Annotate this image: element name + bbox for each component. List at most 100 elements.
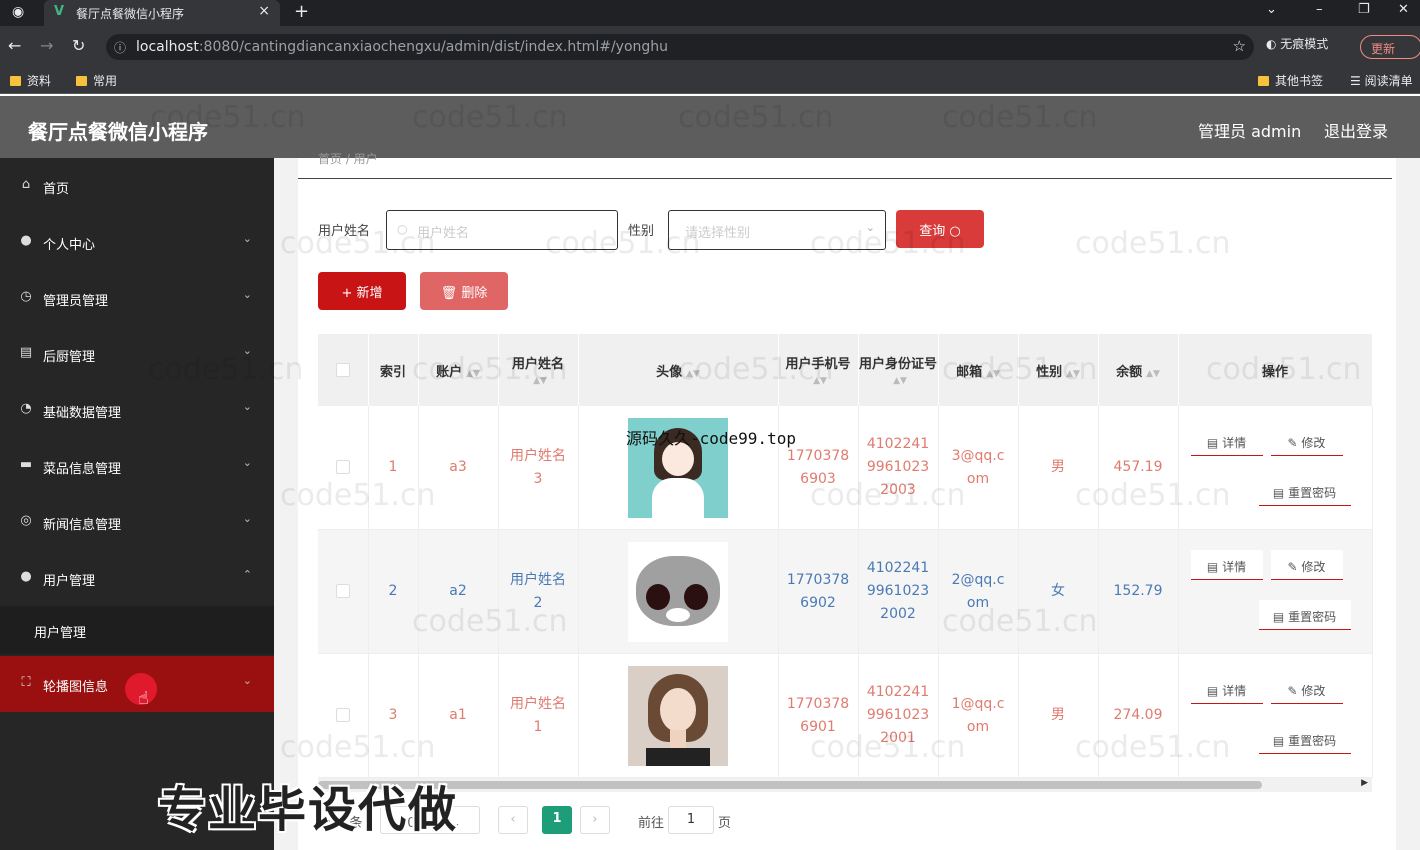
cell-name: 用户姓名1 (498, 653, 579, 778)
browser-tab[interactable]: V 餐厅点餐微信小程序 × (44, 0, 280, 26)
next-page-button[interactable]: › (580, 806, 610, 834)
document-icon: ▤ (1206, 684, 1223, 698)
trash-icon: 🗑 (440, 286, 462, 301)
row-checkbox[interactable] (318, 406, 369, 530)
sidebar-item-users[interactable]: ● 用户管理 ⌃ (0, 550, 274, 606)
select-all-checkbox[interactable] (318, 334, 369, 406)
clock-icon: ◷ (20, 289, 32, 304)
col-ops: 操作 (1178, 334, 1373, 406)
edit-button[interactable]: ✎ 修改 (1270, 426, 1343, 456)
col-account[interactable]: 账户 ▲▼ (418, 334, 499, 406)
reset-password-button[interactable]: ▤ 重置密码 (1258, 476, 1351, 506)
goto-page-input[interactable]: 1 (668, 806, 714, 834)
delete-button[interactable]: 🗑 删除 (420, 272, 508, 310)
folder-icon (76, 76, 87, 86)
row-checkbox[interactable] (318, 653, 369, 778)
col-name[interactable]: 用户姓名 ▲▼ (498, 334, 579, 406)
goto-label: 前往 (638, 816, 665, 831)
chevron-down-icon: ⌄ (865, 221, 875, 234)
bookmark-folder[interactable]: 资料 (10, 72, 51, 89)
col-phone[interactable]: 用户手机号▲▼ (778, 334, 859, 406)
scroll-right-icon[interactable]: ▶ (1361, 778, 1368, 788)
incognito-icon: ◐ (1266, 37, 1281, 51)
col-gender[interactable]: 性别 ▲▼ (1018, 334, 1099, 406)
cell-email: 1@qq.com (938, 653, 1019, 778)
col-email[interactable]: 邮箱 ▲▼ (938, 334, 1019, 406)
maximize-icon[interactable]: ❐ (1358, 2, 1370, 17)
cell-idcard: 410224199610232002 (858, 529, 939, 654)
col-avatar[interactable]: 头像 ▲▼ (578, 334, 779, 406)
avatar-image[interactable] (628, 541, 728, 642)
prev-page-button[interactable]: ‹ (498, 806, 528, 834)
cell-balance: 152.79 (1098, 529, 1179, 654)
back-icon[interactable]: ← (8, 36, 21, 55)
forward-icon[interactable]: → (40, 36, 53, 55)
chevron-up-icon: ⌃ (242, 568, 252, 581)
sort-icon: ▲▼ (1146, 368, 1160, 379)
pin-icon: ● (20, 569, 32, 584)
col-balance[interactable]: 余额 ▲▼ (1098, 334, 1179, 406)
reading-list[interactable]: ☰ 阅读清单 (1350, 72, 1413, 89)
chevron-down-icon: ⌄ (242, 400, 252, 413)
bookmark-star-icon[interactable]: ☆ (1233, 37, 1246, 55)
sort-icon: ▲▼ (533, 376, 547, 386)
cell-index: 2 (368, 529, 419, 654)
sidebar-item-home[interactable]: ⌂ 首页 (0, 158, 274, 214)
tab-title: 餐厅点餐微信小程序 (76, 7, 185, 21)
scrollbar-thumb[interactable] (318, 781, 1262, 789)
detail-button[interactable]: ▤ 详情 (1190, 674, 1263, 704)
chevron-down-icon: ⌄ (242, 232, 252, 245)
cell-gender: 女 (1018, 529, 1099, 654)
close-tab-icon[interactable]: × (258, 3, 270, 19)
tab-search-icon[interactable]: ⌄ (1266, 2, 1277, 17)
logout-link[interactable]: 退出登录 (1324, 118, 1388, 142)
name-filter-input[interactable]: ○ 用户姓名 (386, 210, 618, 250)
horizontal-scrollbar[interactable]: ▶ (318, 778, 1372, 792)
overlay-site-text: 源码久久-code99.top (626, 429, 796, 448)
sidebar-item-dishes[interactable]: ▬ 菜品信息管理 ⌄ (0, 438, 274, 494)
sort-icon: ▲▼ (1066, 368, 1080, 379)
page-1-button[interactable]: 1 (542, 806, 572, 834)
sidebar-item-admins[interactable]: ◷ 管理员管理 ⌄ (0, 270, 274, 326)
update-button[interactable]: 更新 (1360, 35, 1420, 59)
avatar-image[interactable] (628, 665, 728, 766)
col-idcard[interactable]: 用户身份证号▲▼ (858, 334, 939, 406)
folder-icon (1258, 76, 1269, 86)
new-tab-button[interactable]: + (294, 1, 309, 22)
minimize-icon[interactable]: – (1316, 2, 1323, 17)
sidebar: ⌂ 首页 ● 个人中心 ⌄ ◷ 管理员管理 ⌄ ▤ 后厨管理 ⌄ ◔ 基础数据管… (0, 158, 274, 850)
site-info-icon[interactable]: ⓘ (114, 39, 126, 56)
reset-password-button[interactable]: ▤ 重置密码 (1258, 600, 1351, 630)
search-button[interactable]: 查询 ○ (896, 210, 984, 248)
sidebar-item-basedata[interactable]: ◔ 基础数据管理 ⌄ (0, 382, 274, 438)
other-bookmarks[interactable]: 其他书签 (1258, 72, 1323, 89)
reload-icon[interactable]: ↻ (72, 36, 85, 55)
document-icon: ▤ (1272, 734, 1289, 748)
add-button[interactable]: + 新增 (318, 272, 406, 310)
row-checkbox[interactable] (318, 529, 369, 654)
incognito-badge[interactable]: ◐ 无痕模式 (1266, 35, 1328, 52)
sidebar-subitem-users[interactable]: 用户管理 (0, 606, 274, 654)
document-icon: ▤ (1272, 486, 1289, 500)
folder-icon (10, 76, 21, 86)
reset-password-button[interactable]: ▤ 重置密码 (1258, 724, 1351, 754)
sidebar-item-profile[interactable]: ● 个人中心 ⌄ (0, 214, 274, 270)
divider (298, 178, 1392, 179)
user-icon: ● (20, 233, 32, 248)
omnibox[interactable]: ⓘ localhost:8080/cantingdiancanxiaocheng… (106, 34, 1254, 60)
gender-select[interactable]: 请选择性别 ⌄ (668, 210, 886, 250)
sidebar-item-news[interactable]: ◎ 新闻信息管理 ⌄ (0, 494, 274, 550)
detail-button[interactable]: ▤ 详情 (1190, 426, 1263, 456)
sidebar-item-kitchen[interactable]: ▤ 后厨管理 ⌄ (0, 326, 274, 382)
target-icon: ◎ (20, 513, 32, 528)
detail-button[interactable]: ▤ 详情 (1190, 550, 1263, 580)
close-window-icon[interactable]: ✕ (1398, 2, 1409, 17)
sort-icon: ▲▼ (893, 376, 907, 386)
col-index: 索引 (368, 334, 419, 406)
bookmark-folder[interactable]: 常用 (76, 72, 117, 89)
document-icon: ▤ (1206, 560, 1223, 574)
sort-icon: ▲▼ (986, 368, 1000, 379)
edit-button[interactable]: ✎ 修改 (1270, 550, 1343, 580)
edit-button[interactable]: ✎ 修改 (1270, 674, 1343, 704)
reading-list-icon: ☰ (1350, 74, 1365, 88)
